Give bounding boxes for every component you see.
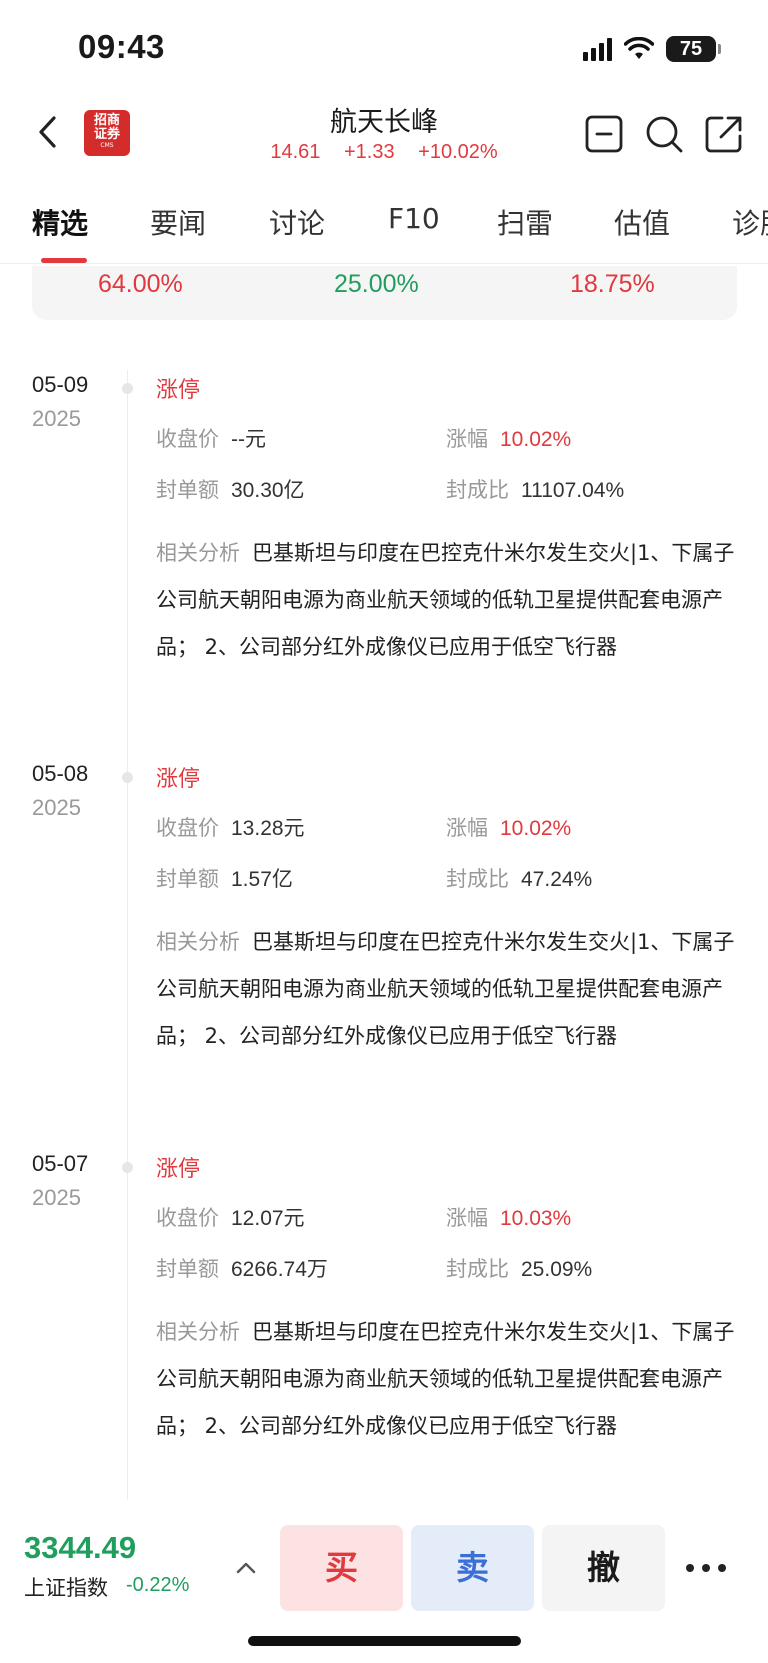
chevron-up-icon[interactable] <box>234 1556 258 1580</box>
rise-pct: 涨幅 10.02% <box>446 816 572 840</box>
entry-date: 05-07 <box>32 1151 89 1176</box>
minus-square-icon[interactable] <box>584 114 624 154</box>
summary-value-1: 64.00% <box>98 270 183 298</box>
tab-news[interactable]: 要闻 <box>150 202 206 242</box>
summary-value-3: 18.75% <box>570 270 655 298</box>
index-name[interactable]: 上证指数 <box>24 1572 108 1602</box>
tab-valuation[interactable]: 估值 <box>614 202 670 242</box>
index-value[interactable]: 3344.49 <box>24 1530 136 1566</box>
seal-amount: 封单额 30.30亿 <box>156 478 305 502</box>
entry-year: 2025 <box>32 795 81 820</box>
search-icon[interactable] <box>644 114 684 154</box>
stock-price: 14.61 <box>270 141 321 163</box>
tab-diagnosis[interactable]: 诊股 <box>732 202 768 242</box>
summary-card: 64.00% 25.00% 18.75% <box>32 266 737 320</box>
timeline-dot <box>122 383 133 394</box>
entry-type: 涨停 <box>156 378 201 403</box>
limit-up-entry: 05-08 2025 涨停 收盘价 13.28元 涨幅 10.02% 封单额 1.57… <box>0 761 768 1141</box>
tab-bar: 精选 要闻 讨论 F10 扫雷 估值 诊股 <box>0 196 768 264</box>
status-bar: 09:43 75 <box>0 0 768 100</box>
rise-pct: 涨幅 10.03% <box>446 1206 572 1230</box>
stock-change-pct: +10.02% <box>418 141 498 163</box>
close-price: 收盘价 12.07元 <box>156 1206 305 1230</box>
status-time: 09:43 <box>78 28 165 65</box>
entry-year: 2025 <box>32 1185 81 1210</box>
cellular-signal-icon <box>583 37 612 61</box>
active-tab-indicator <box>41 258 87 263</box>
rise-pct: 涨幅 10.02% <box>446 427 572 451</box>
tab-featured[interactable]: 精选 <box>32 202 88 242</box>
buy-button[interactable]: 买 <box>280 1525 403 1611</box>
share-icon[interactable] <box>704 114 744 154</box>
seal-amount: 封单额 1.57亿 <box>156 867 293 891</box>
summary-value-2: 25.00% <box>334 270 419 298</box>
close-price: 收盘价 13.28元 <box>156 816 305 840</box>
tab-discussion[interactable]: 讨论 <box>269 202 325 242</box>
entry-date: 05-09 <box>32 372 89 397</box>
limit-up-entry: 05-09 2025 涨停 收盘价 --元 涨幅 10.02% 封单额 30.30亿 … <box>0 372 768 752</box>
entry-type: 涨停 <box>156 767 201 792</box>
cancel-order-button[interactable]: 撤 <box>542 1525 665 1611</box>
entry-type: 涨停 <box>156 1157 201 1182</box>
more-icon[interactable] <box>686 1548 732 1588</box>
entry-date: 05-08 <box>32 761 89 786</box>
index-change: -0.22% <box>126 1574 190 1596</box>
stock-header: 招商 证券 CMS 航天长峰 14.61 +1.33 +10.02% <box>0 96 768 176</box>
timeline-dot <box>122 1162 133 1173</box>
wifi-icon <box>624 37 654 59</box>
limit-up-entry: 05-07 2025 涨停 收盘价 12.07元 涨幅 10.03% 封单额 6266… <box>0 1151 768 1531</box>
related-analysis: 相关分析 巴基斯坦与印度在巴控克什米尔发生交火|1、下属子公司航天朝阳电源为商业航… <box>156 541 735 659</box>
tab-risk-scan[interactable]: 扫雷 <box>497 202 553 242</box>
seal-ratio: 封成比 47.24% <box>446 867 593 891</box>
status-icons: 75 <box>583 36 721 62</box>
home-indicator <box>248 1636 521 1646</box>
battery-icon: 75 <box>666 36 721 62</box>
seal-ratio: 封成比 25.09% <box>446 1257 593 1281</box>
seal-ratio: 封成比 11107.04% <box>446 478 625 502</box>
entry-year: 2025 <box>32 406 81 431</box>
seal-amount: 封单额 6266.74万 <box>156 1257 328 1281</box>
sell-button[interactable]: 卖 <box>411 1525 534 1611</box>
tab-f10[interactable]: F10 <box>388 202 440 235</box>
close-price: 收盘价 --元 <box>156 427 266 451</box>
timeline-dot <box>122 772 133 783</box>
stock-change: +1.33 <box>343 141 395 163</box>
related-analysis: 相关分析 巴基斯坦与印度在巴控克什米尔发生交火|1、下属子公司航天朝阳电源为商业航… <box>156 1320 735 1438</box>
related-analysis: 相关分析 巴基斯坦与印度在巴控克什米尔发生交火|1、下属子公司航天朝阳电源为商业航… <box>156 930 735 1048</box>
